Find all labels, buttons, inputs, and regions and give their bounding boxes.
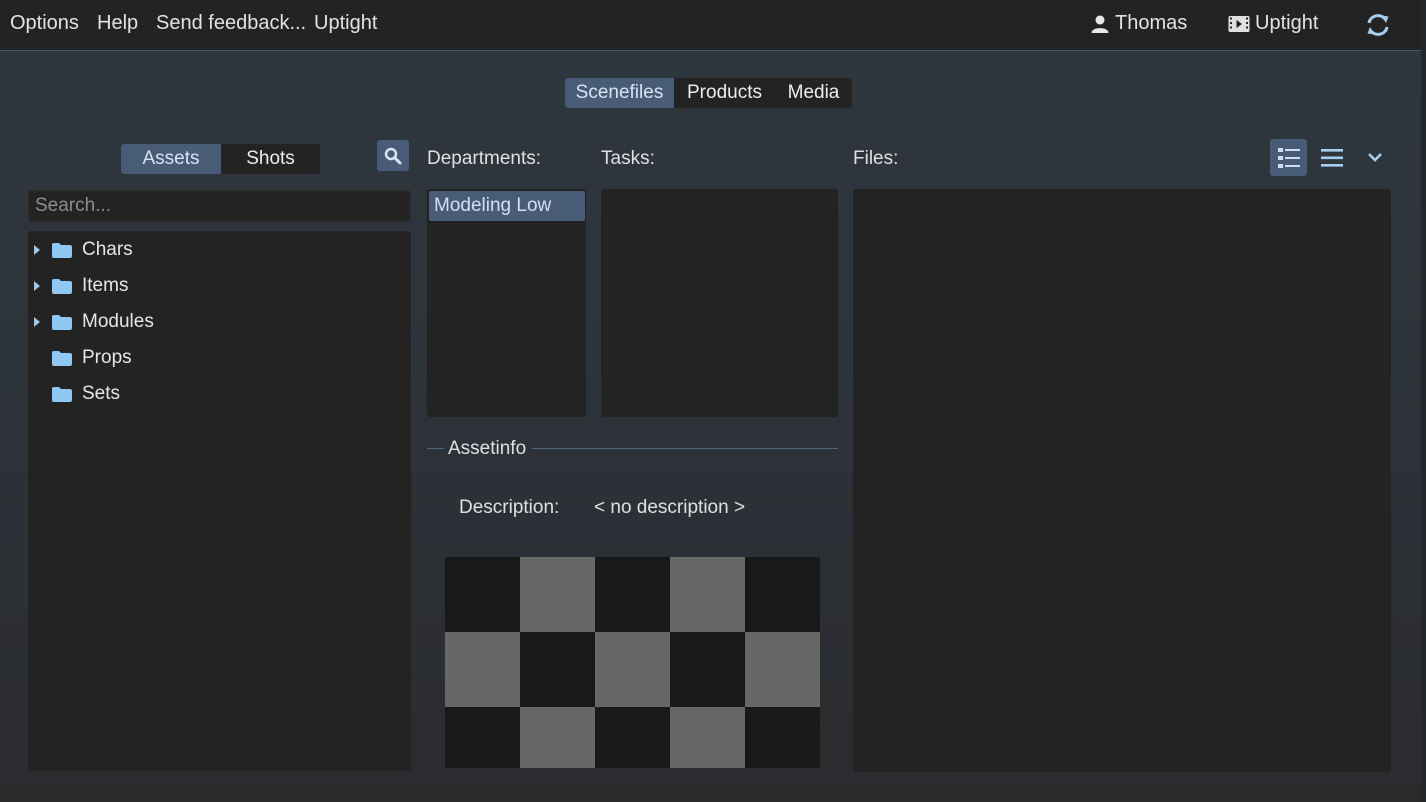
tree-item-label: Items [82,275,129,296]
user-name: Thomas [1115,12,1188,34]
search-icon [384,147,402,164]
project-name: Uptight [1255,12,1319,34]
folder-icon [52,350,72,366]
folder-icon [52,386,72,402]
search-toggle-button[interactable] [377,140,409,171]
tree-item-label: Modules [82,311,154,332]
files-list [853,189,1391,772]
folder-icon [52,314,72,330]
tab-products[interactable]: Products [674,78,775,108]
entity-tab-bar: Assets Shots [121,144,320,174]
departments-label: Departments: [427,148,542,169]
tab-scenefiles[interactable]: Scenefiles [565,78,674,108]
folder-icon [52,278,72,294]
menu-uptight[interactable]: Uptight [314,12,377,35]
folder-icon [52,242,72,258]
groupbox-line [427,448,444,449]
tree-item-label: Chars [82,239,133,260]
search-input[interactable] [28,190,411,222]
detail-view-button[interactable] [1270,139,1307,176]
assetinfo-title: Assetinfo [448,438,527,459]
refresh-button[interactable] [1364,11,1392,39]
user-button[interactable]: Thomas [1090,12,1187,35]
user-icon [1091,15,1109,33]
tree-item-items[interactable]: Items [28,271,411,301]
tree-item-modules[interactable]: Modules [28,307,411,337]
tree-item-chars[interactable]: Chars [28,235,411,265]
chevron-down-icon [1368,153,1382,162]
film-icon [1228,15,1250,32]
tasks-list [601,189,838,417]
top-tab-bar: Scenefiles Products Media [565,78,852,108]
groupbox-line [532,448,838,449]
tasks-label: Tasks: [601,148,655,169]
menu-send-feedback[interactable]: Send feedback... [156,12,306,35]
expand-arrow-icon[interactable] [34,281,40,291]
view-options-dropdown[interactable] [1362,144,1388,170]
refresh-icon [1367,14,1389,36]
tab-assets[interactable]: Assets [121,144,221,174]
menu-options[interactable]: Options [10,12,79,35]
tree-item-props[interactable]: Props [28,343,411,373]
detail-list-icon [1277,147,1300,168]
files-label: Files: [853,148,899,169]
project-button[interactable]: Uptight [1228,12,1318,35]
list-view-button[interactable] [1315,139,1349,176]
asset-preview-image [445,557,820,768]
expand-arrow-icon[interactable] [34,317,40,327]
list-icon [1321,148,1343,167]
tree-item-label: Sets [82,383,121,404]
tree-item-sets[interactable]: Sets [28,379,411,409]
tab-media[interactable]: Media [775,78,852,108]
expand-arrow-icon[interactable] [34,245,40,255]
menu-help[interactable]: Help [97,12,138,35]
app-window: Options Help Send feedback... Uptight Th… [0,0,1421,802]
description-label: Description: [459,497,560,518]
description-value: < no description > [594,497,746,518]
menubar: Options Help Send feedback... Uptight Th… [0,0,1421,51]
tab-shots[interactable]: Shots [221,144,320,174]
tree-item-label: Props [82,347,132,368]
departments-list [427,189,586,417]
asset-tree: Chars Items Modules Props Sets [28,231,411,771]
department-item-selected[interactable]: Modeling Low [429,191,585,221]
